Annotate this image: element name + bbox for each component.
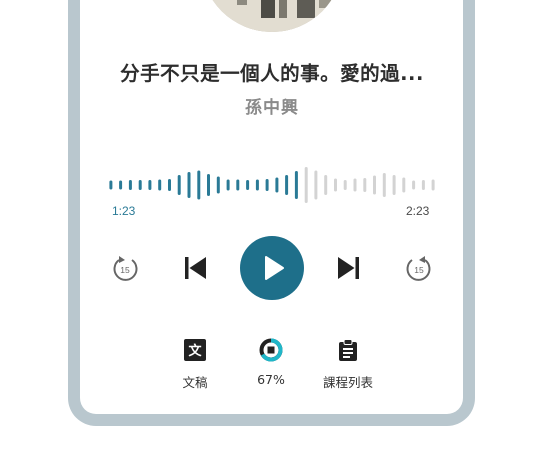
waveform-bar: [255, 179, 259, 191]
waveform-bar: [207, 174, 210, 196]
waveform-bar: [119, 180, 123, 190]
waveform-bar: [226, 179, 230, 191]
waveform-bar: [285, 175, 289, 195]
waveform-bar: [294, 171, 298, 199]
transcript-button[interactable]: 文 文稿: [160, 338, 230, 391]
completion-ring-icon: [259, 338, 283, 362]
waveform-bar: [168, 179, 171, 191]
course-list-button[interactable]: 課程列表: [313, 338, 383, 391]
forward-seconds-label: 15: [414, 265, 424, 275]
course-list-label: 課程列表: [322, 375, 373, 390]
rewind-seconds-label: 15: [120, 265, 130, 275]
waveform-bar: [236, 179, 240, 191]
episode-title: 分手不只是一個人的事。愛的過...: [120, 62, 424, 85]
forward-15-button[interactable]: 15: [404, 254, 434, 284]
waveform-bar: [324, 175, 328, 195]
forward-icon: 15: [406, 256, 431, 281]
waveform-bar: [216, 176, 220, 194]
total-time: 2:23: [406, 204, 430, 218]
waveform-bar: [187, 172, 191, 198]
completion-progress[interactable]: 67%: [236, 338, 306, 387]
waveform-bar: [109, 180, 113, 190]
skip-next-icon: [338, 257, 359, 279]
waveform-bar: [373, 175, 376, 195]
next-track-button[interactable]: [337, 256, 361, 280]
waveform-bar: [334, 178, 337, 192]
play-button[interactable]: [240, 236, 304, 300]
rewind-icon: 15: [113, 256, 138, 281]
current-time: 1:23: [112, 204, 136, 218]
waveform-bar: [412, 180, 416, 190]
previous-track-button[interactable]: [183, 256, 207, 280]
transcript-icon-glyph: 文: [188, 343, 202, 359]
rewind-15-button[interactable]: 15: [110, 254, 140, 284]
waveform-bar: [265, 179, 269, 191]
waveform-bar: [275, 177, 279, 193]
transcript-label: 文稿: [182, 375, 208, 390]
waveform-bar: [148, 180, 152, 190]
waveform-bar: [363, 178, 367, 192]
waveform-bar: [177, 175, 181, 195]
waveform-bar: [138, 180, 142, 190]
play-icon: [265, 256, 284, 280]
waveform-bar: [382, 173, 386, 197]
waveform-bar: [402, 177, 406, 193]
waveform-bar: [431, 179, 435, 191]
waveform-bar: [158, 179, 162, 191]
transcript-icon: 文: [184, 339, 206, 361]
waveform-bar: [197, 170, 201, 200]
episode-author: 孫中興: [245, 98, 299, 118]
waveform-bar: [343, 180, 347, 190]
waveform-bar: [353, 178, 357, 192]
skip-previous-icon: [185, 257, 206, 279]
waveform-scrubber[interactable]: [106, 166, 438, 204]
waveform-bar: [246, 180, 250, 190]
clipboard-list-icon: [339, 339, 357, 361]
waveform-bar: [421, 180, 425, 190]
waveform-bar: [128, 180, 132, 190]
waveform-bar: [304, 167, 308, 203]
waveform-bar: [314, 170, 318, 200]
completion-label: 67%: [257, 372, 285, 387]
waveform-bar: [392, 175, 396, 195]
